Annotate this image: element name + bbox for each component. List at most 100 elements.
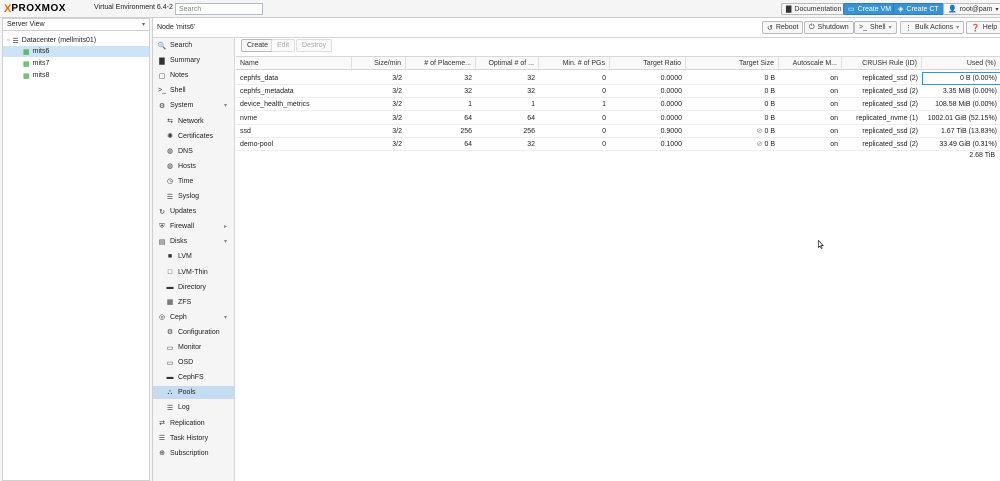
nav-item-firewall[interactable]: ⛨ Firewall ▸: [153, 220, 235, 233]
cell-min-pgs: 0: [539, 72, 610, 85]
destroy-pool-button[interactable]: Destroy: [296, 39, 333, 52]
nav-item-osd[interactable]: ▭ OSD: [153, 356, 235, 369]
global-search-input[interactable]: [175, 3, 263, 15]
cell-text: replicated_ssd (2): [862, 75, 918, 82]
bulk-actions-button[interactable]: ⋮ Bulk Actions ▾: [900, 21, 965, 34]
nav-item-pools[interactable]: ⛬ Pools: [153, 386, 235, 400]
server-rack-icon: ☰: [12, 37, 19, 45]
nav-item-network[interactable]: ⇆ Network: [153, 115, 235, 128]
documentation-button[interactable]: ▇ Documentation: [781, 3, 847, 15]
cell-pgs: 32: [406, 72, 476, 85]
user-menu-button[interactable]: 👤 root@pam ▾: [943, 3, 1000, 15]
table-row[interactable]: cephfs_data 3/2 32 32 0 0.0000 0 B on replicated…: [236, 72, 1000, 85]
create-ct-button[interactable]: ◈ Create CT: [893, 3, 944, 15]
nav-item-ceph[interactable]: ◎ Ceph ▾: [153, 311, 235, 324]
nav-item-log[interactable]: ☰ Log: [153, 401, 235, 414]
nav-item-summary[interactable]: ▇ Summary: [153, 54, 235, 67]
header-divider: [153, 37, 1000, 38]
shell-button[interactable]: >_ Shell ▾: [854, 21, 897, 34]
nav-item-shell[interactable]: >_ Shell: [153, 84, 235, 97]
tree-node-mits6[interactable]: ▦ mits6: [3, 46, 149, 57]
nav-item-lvm[interactable]: ■ LVM: [153, 250, 235, 263]
nav-item-dns[interactable]: ◍ DNS: [153, 145, 235, 158]
nav-item-label: Replication: [170, 419, 205, 427]
nav-item-hosts[interactable]: ◍ Hosts: [153, 160, 235, 173]
nav-item-label: Pools: [178, 389, 196, 397]
nav-item-disks[interactable]: ▤ Disks ▾: [153, 235, 235, 248]
nav-item-lvm-thin[interactable]: □ LVM-Thin: [153, 266, 235, 279]
create-pool-button[interactable]: Create: [241, 39, 275, 52]
nav-item-cephfs[interactable]: ▬ CephFS: [153, 371, 235, 384]
column-optimal-pgs-header[interactable]: Optimal # of ...: [476, 57, 539, 71]
nav-item-monitor[interactable]: ▭ Monitor: [153, 341, 235, 354]
tree-node-mits8[interactable]: ▦ mits8: [3, 70, 149, 81]
column-min-pgs-header[interactable]: Min. # of PGs: [539, 57, 610, 71]
column-crush-rule-header[interactable]: CRUSH Rule (ID): [842, 57, 922, 71]
nav-item-replication[interactable]: ⇄ Replication: [153, 417, 235, 430]
nav-item-updates[interactable]: ↻ Updates: [153, 205, 235, 218]
cell-min-pgs: 0: [539, 112, 610, 125]
cell-ratio: 0.1000: [610, 138, 686, 151]
edit-pool-button[interactable]: Edit: [271, 39, 296, 52]
cell-used: 1.67 TiB (13.83%): [922, 125, 1000, 138]
reboot-button[interactable]: ↺ Reboot: [762, 21, 804, 34]
table-row[interactable]: nvme 3/2 64 64 0 0.0000 0 B on replicated_nvme (…: [236, 112, 1000, 125]
help-label: Help: [982, 24, 998, 31]
nav-item-label: Notes: [170, 72, 189, 80]
server-view-select[interactable]: Server View ▾: [3, 19, 149, 31]
tree-datacenter[interactable]: ▫ ☰ Datacenter (mellmits01): [3, 35, 149, 46]
collapse-icon: ▫: [7, 37, 10, 44]
column-target-size-header[interactable]: Target Size: [686, 57, 779, 71]
shutdown-button[interactable]: ⏻ Shutdown: [804, 21, 854, 34]
chevron-down-icon: ▾: [888, 25, 892, 31]
cell-tsize: 0 B: [686, 98, 779, 111]
nav-item-search[interactable]: 🔍 Search: [153, 39, 235, 52]
cell-text: 0.0000: [660, 88, 682, 96]
proxmox-logo[interactable]: X PROXMOX: [4, 3, 66, 15]
chevron-right-icon[interactable]: ▸: [224, 223, 227, 230]
column-target-ratio-header[interactable]: Target Ratio: [610, 57, 686, 71]
table-row[interactable]: cephfs_metadata 3/2 32 32 0 0.0000 0 B on replic…: [236, 85, 1000, 99]
nav-item-label: Updates: [170, 208, 197, 216]
cell-crush: replicated_ssd (2): [842, 85, 922, 98]
nav-item-directory[interactable]: ▬ Directory: [153, 281, 235, 294]
nav-item-system[interactable]: ⚙ System ▾: [153, 99, 235, 112]
chevron-down-icon[interactable]: ▾: [224, 314, 227, 321]
help-button[interactable]: ❓ Help: [966, 21, 1000, 34]
nav-item-notes[interactable]: ▢ Notes: [153, 69, 235, 82]
cell-text: on: [830, 101, 838, 109]
folder-icon: ▬: [166, 283, 174, 291]
nav-item-subscription[interactable]: ⊕ Subscription: [153, 447, 235, 460]
cell-text: replicated_ssd (2): [862, 141, 918, 148]
column-name-header[interactable]: Name: [236, 57, 352, 71]
cell-text: 0 B (0.00%): [960, 75, 997, 82]
nav-item-syslog[interactable]: ☰ Syslog: [153, 190, 235, 203]
column-size-min-header[interactable]: Size/min: [352, 57, 406, 71]
content-panel: Node 'mits6' ↺ Reboot ⏻ Shutdown >_ Shel…: [152, 18, 1000, 481]
column-autoscale-mode-header[interactable]: Autoscale M...: [779, 57, 842, 71]
nav-item-time[interactable]: ◷ Time: [153, 175, 235, 188]
table-row[interactable]: ssd 3/2 256 256 0 0.9000 ⊘ 0 B on replicated_ssd…: [236, 125, 1000, 138]
nav-item-task-history[interactable]: ☰ Task History: [153, 432, 235, 445]
reboot-label: Reboot: [775, 24, 799, 31]
edit-label: Edit: [277, 42, 290, 49]
nav-item-certificates[interactable]: ✺ Certificates: [153, 130, 235, 143]
cell-text: 3.35 MiB (0.00%): [942, 88, 997, 96]
column-used-header[interactable]: Used (%): [922, 57, 1000, 71]
nav-item-configuration[interactable]: ⚙ Configuration: [153, 326, 235, 339]
cell-crush: replicated_ssd (2): [842, 125, 922, 138]
cell-text: 1: [468, 101, 472, 109]
table-row[interactable]: device_health_metrics 3/2 1 1 1 0.0000 0 B on re…: [236, 98, 1000, 112]
help-icon: ❓: [971, 24, 980, 32]
table-row[interactable]: demo-pool 3/2 64 32 0 0.1000 ⊘ 0 B on replicated…: [236, 138, 1000, 151]
chevron-down-icon[interactable]: ▾: [224, 238, 227, 245]
nav-item-label: ZFS: [178, 298, 192, 306]
cell-text: 0 B: [764, 75, 775, 82]
cell-used: 1002.01 GiB (52.15%): [922, 112, 1000, 125]
column-placement-groups-header[interactable]: # of Placeme...: [406, 57, 476, 71]
nav-item-zfs[interactable]: ▦ ZFS: [153, 296, 235, 309]
create-vm-button[interactable]: ▭ Create VM: [843, 3, 897, 15]
chevron-down-icon[interactable]: ▾: [224, 102, 227, 109]
tree-node-mits7[interactable]: ▦ mits7: [3, 58, 149, 69]
cell-text: 0.1000: [660, 141, 682, 148]
